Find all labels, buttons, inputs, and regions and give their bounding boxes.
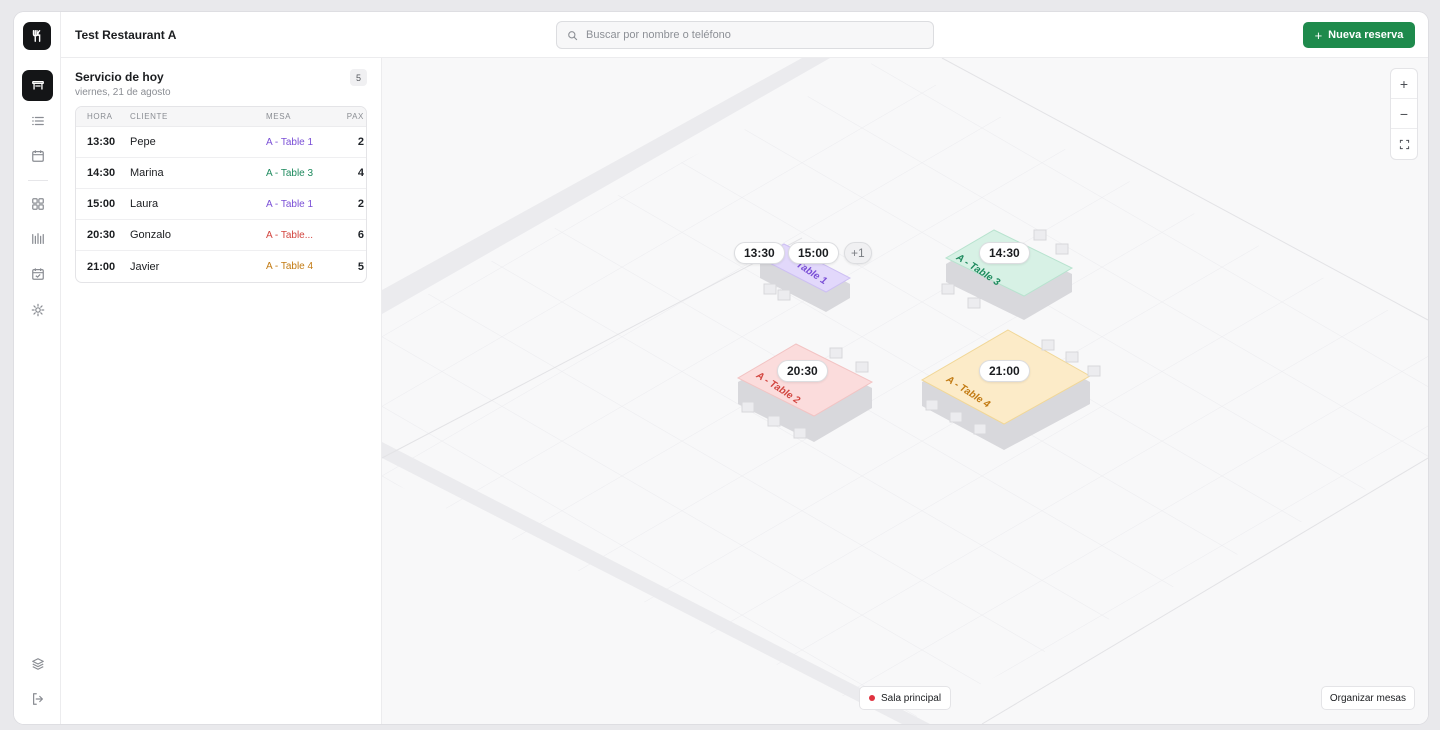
- restaurant-name: Test Restaurant A: [75, 28, 177, 42]
- more-times-pill[interactable]: +1: [844, 242, 872, 264]
- calendar-check-icon[interactable]: [22, 258, 53, 289]
- row-client: Pepe: [130, 136, 156, 148]
- row-client: Marina: [130, 167, 164, 179]
- floor-plan-icon[interactable]: [22, 70, 53, 101]
- organize-tables-button[interactable]: Organizar mesas: [1320, 686, 1415, 710]
- app-window: Test Restaurant A + Nueva reserva Servic…: [14, 12, 1428, 724]
- col-client: CLIENTE: [130, 112, 168, 121]
- panel-title: Servicio de hoy: [75, 70, 164, 84]
- col-table: MESA: [266, 112, 292, 121]
- search-icon: [568, 30, 578, 40]
- row-pax: 2: [357, 136, 364, 148]
- row-table: A - Table...: [266, 229, 314, 241]
- row-table: A - Table 1: [266, 198, 314, 210]
- new-reservation-button[interactable]: + Nueva reserva: [1303, 22, 1415, 48]
- row-time: 15:00: [87, 198, 116, 210]
- service-panel: Servicio de hoy viernes, 21 de agosto 5 …: [61, 58, 382, 724]
- floor-plan[interactable]: A - Table 1 A - Table 3 A - Table 2 A - …: [382, 58, 1428, 724]
- fit-screen-button[interactable]: [1391, 129, 1417, 159]
- table-row[interactable]: 21:00 Javier A - Table 4 5: [76, 251, 366, 282]
- plus-icon: +: [1314, 27, 1323, 43]
- room-status-dot: [869, 695, 875, 701]
- floor-plan-canvas: [382, 58, 1428, 724]
- room-selector[interactable]: Sala principal: [859, 686, 952, 710]
- time-pill[interactable]: 14:30: [979, 242, 1030, 264]
- time-pill[interactable]: 20:30: [777, 360, 828, 382]
- zoom-controls: + −: [1390, 68, 1418, 160]
- time-pill[interactable]: 21:00: [979, 360, 1030, 382]
- row-pax: 5: [357, 260, 364, 273]
- calendar-icon[interactable]: [22, 140, 53, 171]
- col-time: HORA: [87, 112, 113, 121]
- logout-icon[interactable]: [22, 683, 53, 714]
- row-table: A - Table 4: [266, 261, 314, 272]
- settings-icon[interactable]: [22, 294, 53, 325]
- row-client: Javier: [130, 260, 160, 273]
- time-pill[interactable]: 13:30: [734, 242, 785, 264]
- grid-icon[interactable]: [22, 188, 53, 219]
- top-header: Test Restaurant A + Nueva reserva: [61, 12, 1428, 58]
- col-pax: PAX: [346, 112, 364, 121]
- table-row[interactable]: 20:30 Gonzalo A - Table... 6: [76, 220, 366, 251]
- expand-icon: [1399, 139, 1409, 149]
- icon-rail: [14, 12, 61, 724]
- row-pax: 6: [357, 229, 364, 241]
- row-client: Gonzalo: [130, 229, 171, 241]
- reservations-table: HORA CLIENTE MESA PAX 13:30 Pepe A - Tab…: [75, 106, 367, 283]
- new-reservation-label: Nueva reserva: [1328, 29, 1404, 41]
- panel-date: viernes, 21 de agosto: [75, 87, 171, 98]
- time-pill[interactable]: 15:00: [788, 242, 839, 264]
- row-table: A - Table 3: [266, 167, 314, 179]
- row-client: Laura: [130, 198, 159, 210]
- table-row[interactable]: 13:30 Pepe A - Table 1 2: [76, 127, 366, 158]
- table-row[interactable]: 14:30 Marina A - Table 3 4: [76, 158, 366, 189]
- row-pax: 2: [357, 198, 364, 210]
- row-time: 20:30: [87, 229, 116, 241]
- table-row[interactable]: 15:00 Laura A - Table 1 2: [76, 189, 366, 220]
- search-box[interactable]: [556, 21, 934, 49]
- table-header: HORA CLIENTE MESA PAX: [76, 107, 366, 127]
- row-time: 13:30: [87, 136, 116, 148]
- room-name: Sala principal: [881, 692, 942, 704]
- zoom-out-button[interactable]: −: [1391, 99, 1417, 129]
- row-table: A - Table 1: [266, 136, 314, 148]
- reservation-count-badge: 5: [350, 69, 367, 86]
- zoom-in-button[interactable]: +: [1391, 69, 1417, 99]
- bars-chart-icon[interactable]: [22, 223, 53, 254]
- list-icon[interactable]: [22, 105, 53, 136]
- rail-divider: [28, 180, 48, 181]
- row-time: 21:00: [87, 260, 116, 273]
- layers-icon[interactable]: [22, 648, 53, 679]
- row-time: 14:30: [87, 167, 116, 179]
- logo-fork-knife-icon[interactable]: [23, 22, 51, 50]
- search-input[interactable]: [586, 29, 916, 41]
- row-pax: 4: [357, 167, 364, 179]
